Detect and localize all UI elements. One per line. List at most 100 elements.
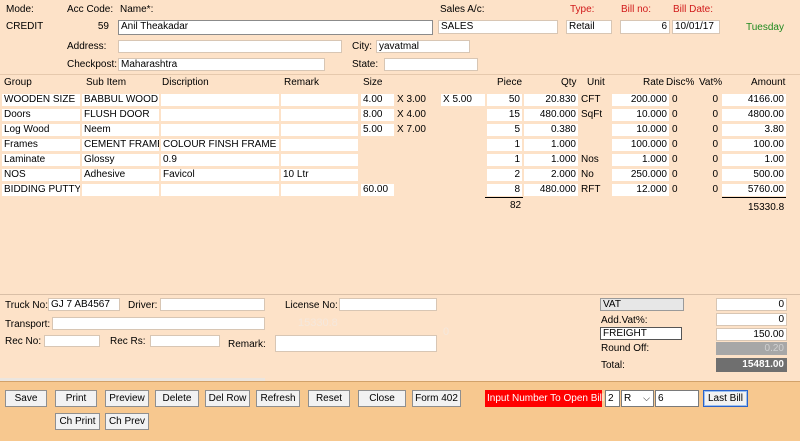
cell-amount[interactable]: 5760.00	[722, 184, 786, 196]
bill-no-field[interactable]: 6	[620, 20, 670, 34]
cell-size-1[interactable]	[361, 154, 394, 166]
cell-disc[interactable]: 0	[670, 139, 692, 151]
cell-sub-item[interactable]: Glossy	[82, 154, 159, 166]
cell-unit[interactable]: No	[579, 169, 611, 181]
cell-piece[interactable]: 5	[487, 124, 522, 136]
table-row[interactable]: Laminate Glossy 0.9 1 1.000 Nos 1.000 0 0 1.00	[0, 153, 800, 167]
table-row[interactable]: Doors FLUSH DOOR 8.00 X 4.00 15 480.000 SqFt 10…	[0, 108, 800, 122]
cell-remark[interactable]	[281, 154, 358, 166]
acc-code-field[interactable]: 59	[60, 20, 112, 34]
cell-qty[interactable]: 20.830	[524, 94, 578, 106]
table-row[interactable]: Log Wood Neem 5.00 X 7.00 5 0.380 10.000 0 0 3.80	[0, 123, 800, 137]
cell-rate[interactable]: 200.000	[612, 94, 669, 106]
remark-field[interactable]	[275, 335, 437, 352]
cell-description[interactable]: Favicol	[161, 169, 279, 181]
vat-value-field[interactable]: 0	[716, 298, 787, 311]
last-bill-button[interactable]: Last Bill	[703, 390, 748, 407]
cell-piece[interactable]: 1	[487, 154, 522, 166]
cell-unit[interactable]: SqFt	[579, 109, 611, 121]
cell-disc[interactable]: 0	[670, 184, 692, 196]
driver-field[interactable]	[160, 298, 265, 311]
cell-group[interactable]: NOS	[2, 169, 80, 181]
cell-sub-item[interactable]: CEMENT FRAME	[82, 139, 159, 151]
cell-description[interactable]: 0.9	[161, 154, 279, 166]
cell-size-2[interactable]: X 3.00	[395, 94, 440, 106]
cell-size-3[interactable]	[441, 184, 485, 196]
cell-piece[interactable]: 50	[487, 94, 522, 106]
cell-description[interactable]: COLOUR FINSH FRAME	[161, 139, 279, 151]
cell-qty[interactable]: 1.000	[524, 139, 578, 151]
cell-rate[interactable]: 1.000	[612, 154, 669, 166]
cell-disc[interactable]: 0	[670, 109, 692, 121]
ch-prev-button[interactable]: Ch Prev	[105, 413, 149, 430]
delete-button[interactable]: Delete	[155, 390, 199, 407]
freight-field[interactable]: 150.00	[716, 328, 787, 341]
cell-qty[interactable]: 0.380	[524, 124, 578, 136]
cell-remark[interactable]	[281, 109, 358, 121]
cell-size-3[interactable]	[441, 139, 485, 151]
cell-size-2[interactable]	[395, 169, 440, 181]
cell-size-1[interactable]: 60.00	[361, 184, 394, 196]
table-row[interactable]: BIDDING PUTTY 60.00 8 480.000 RFT 12.000 0 0 576…	[0, 183, 800, 197]
refresh-button[interactable]: Refresh	[256, 390, 300, 407]
cell-size-3[interactable]: X 5.00	[441, 94, 485, 106]
cell-rate[interactable]: 12.000	[612, 184, 669, 196]
cell-size-1[interactable]	[361, 169, 394, 181]
rec-rs-field[interactable]	[150, 335, 220, 347]
cell-size-2[interactable]	[395, 154, 440, 166]
license-field[interactable]	[339, 298, 437, 311]
cell-group[interactable]: Log Wood	[2, 124, 80, 136]
truck-no-field[interactable]: GJ 7 AB4567	[48, 298, 120, 311]
checkpost-field[interactable]: Maharashtra	[118, 58, 325, 71]
cell-remark[interactable]	[281, 94, 358, 106]
cell-sub-item[interactable]: Adhesive	[82, 169, 159, 181]
cell-amount[interactable]: 100.00	[722, 139, 786, 151]
cell-unit[interactable]: CFT	[579, 94, 611, 106]
state-field[interactable]	[384, 58, 478, 71]
cell-remark[interactable]	[281, 124, 358, 136]
cell-size-3[interactable]	[441, 109, 485, 121]
cell-description[interactable]	[161, 184, 279, 196]
cell-vat[interactable]: 0	[693, 169, 720, 181]
save-button[interactable]: Save	[5, 390, 47, 407]
cell-amount[interactable]: 500.00	[722, 169, 786, 181]
cell-rate[interactable]: 250.000	[612, 169, 669, 181]
add-vat-field[interactable]: 0	[716, 313, 787, 326]
cell-vat[interactable]: 0	[693, 124, 720, 136]
reset-button[interactable]: Reset	[308, 390, 350, 407]
cell-vat[interactable]: 0	[693, 184, 720, 196]
cell-rate[interactable]: 10.000	[612, 109, 669, 121]
cell-vat[interactable]: 0	[693, 94, 720, 106]
table-row[interactable]: Frames CEMENT FRAME COLOUR FINSH FRAME 1 1.0…	[0, 138, 800, 152]
city-field[interactable]: yavatmal	[376, 40, 470, 53]
cell-vat[interactable]: 0	[693, 154, 720, 166]
print-button[interactable]: Print	[55, 390, 97, 407]
mode-value[interactable]: CREDIT	[6, 21, 43, 32]
cell-size-3[interactable]	[441, 124, 485, 136]
cell-amount[interactable]: 3.80	[722, 124, 786, 136]
preview-button[interactable]: Preview	[105, 390, 149, 407]
form-402-button[interactable]: Form 402	[412, 390, 461, 407]
cell-group[interactable]: WOODEN SIZE	[2, 94, 80, 106]
cell-description[interactable]	[161, 124, 279, 136]
cell-disc[interactable]: 0	[670, 169, 692, 181]
cell-remark[interactable]	[281, 139, 358, 151]
freight-label-box[interactable]: FREIGHT	[600, 327, 682, 340]
cell-disc[interactable]: 0	[670, 94, 692, 106]
cell-amount[interactable]: 4800.00	[722, 109, 786, 121]
cell-amount[interactable]: 1.00	[722, 154, 786, 166]
cell-disc[interactable]: 0	[670, 154, 692, 166]
cell-size-3[interactable]	[441, 154, 485, 166]
cell-piece[interactable]: 2	[487, 169, 522, 181]
cell-group[interactable]: Frames	[2, 139, 80, 151]
sales-ac-field[interactable]: SALES	[438, 20, 558, 34]
cell-sub-item[interactable]: BABBUL WOOD	[82, 94, 159, 106]
cell-size-2[interactable]: X 4.00	[395, 109, 440, 121]
open-bill-series-select[interactable]: R ⌵	[621, 390, 654, 407]
chevron-down-icon[interactable]: ⌵	[643, 391, 650, 406]
del-row-button[interactable]: Del Row	[205, 390, 250, 407]
table-row[interactable]: WOODEN SIZE BABBUL WOOD 4.00 X 3.00 X 5.00 50…	[0, 93, 800, 107]
type-field[interactable]: Retail	[566, 20, 612, 34]
cell-size-2[interactable]	[395, 139, 440, 151]
cell-size-1[interactable]: 5.00	[361, 124, 394, 136]
